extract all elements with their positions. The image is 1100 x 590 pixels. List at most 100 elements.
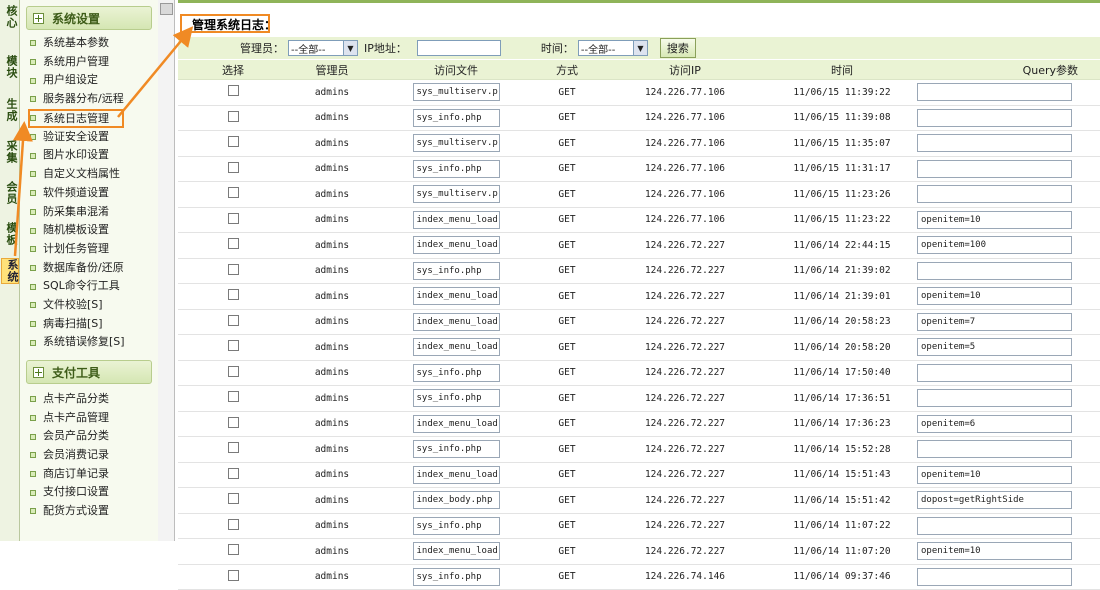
sidebar-item[interactable]: 防采集串混淆 xyxy=(30,203,158,222)
file-field[interactable]: sys_info.php xyxy=(412,516,500,535)
checkbox-icon[interactable] xyxy=(227,289,239,301)
vertical-tab[interactable]: 会员 xyxy=(1,181,18,205)
query-field[interactable] xyxy=(917,440,1072,459)
checkbox-icon[interactable] xyxy=(227,187,239,199)
checkbox-icon[interactable] xyxy=(227,544,239,556)
checkbox-icon[interactable] xyxy=(227,136,239,148)
vertical-scrollbar[interactable] xyxy=(158,0,175,541)
file-field[interactable]: sys_info.php xyxy=(412,159,500,178)
query-field[interactable] xyxy=(917,567,1072,586)
query-field[interactable] xyxy=(917,159,1072,178)
query-field[interactable]: openitem=10 xyxy=(917,287,1072,306)
query-field[interactable]: openitem=6 xyxy=(917,414,1072,433)
query-field[interactable] xyxy=(917,363,1072,382)
file-field[interactable]: index_menu_load xyxy=(412,465,500,484)
vertical-tab[interactable]: 采集 xyxy=(1,140,18,164)
query-field[interactable] xyxy=(917,134,1072,153)
sidebar-item[interactable]: 软件频道设置 xyxy=(30,184,158,203)
section-header-system-settings[interactable]: 系统设置 xyxy=(26,6,152,30)
vertical-tab[interactable]: 生成 xyxy=(1,98,18,122)
sidebar-item[interactable]: 商店订单记录 xyxy=(30,465,158,484)
file-field[interactable]: index_menu_load xyxy=(412,210,500,229)
triangle-down-icon[interactable]: ▼ xyxy=(632,41,647,55)
sidebar-item[interactable]: 会员消费记录 xyxy=(30,446,158,465)
sidebar-item[interactable]: 服务器分布/远程 xyxy=(30,90,158,109)
query-field[interactable] xyxy=(917,261,1072,280)
query-field[interactable]: openitem=10 xyxy=(917,210,1072,229)
sidebar-item[interactable]: 计划任务管理 xyxy=(30,240,158,259)
file-field[interactable]: sys_info.php xyxy=(412,363,500,382)
file-field[interactable]: index_menu_load xyxy=(412,287,500,306)
query-field[interactable] xyxy=(917,516,1072,535)
checkbox-icon[interactable] xyxy=(227,263,239,275)
checkbox-icon[interactable] xyxy=(227,340,239,352)
file-field[interactable]: index_menu_load xyxy=(412,542,500,561)
query-field[interactable]: dopost=getRightSide xyxy=(917,491,1072,510)
sidebar-item[interactable]: 点卡产品管理 xyxy=(30,409,158,428)
scroll-up-icon[interactable] xyxy=(160,3,173,15)
query-field[interactable] xyxy=(917,185,1072,204)
file-field[interactable]: sys_info.php xyxy=(412,108,500,127)
sidebar-item[interactable]: 验证安全设置 xyxy=(30,128,158,147)
vertical-tab[interactable]: 系统 xyxy=(1,258,19,284)
sidebar-item[interactable]: 随机模板设置 xyxy=(30,221,158,240)
checkbox-icon[interactable] xyxy=(227,238,239,250)
time-select[interactable]: --全部-- ▼ xyxy=(577,40,648,56)
file-field[interactable]: sys_info.php xyxy=(412,389,500,408)
sidebar-item[interactable]: 文件校验[S] xyxy=(30,296,158,315)
checkbox-icon[interactable] xyxy=(227,365,239,377)
file-field[interactable]: sys_info.php xyxy=(412,261,500,280)
section-header-payment-tools[interactable]: 支付工具 xyxy=(26,360,152,384)
file-field[interactable]: index_menu_load xyxy=(412,414,500,433)
file-field[interactable]: sys_multiserv.p xyxy=(412,134,500,153)
checkbox-icon[interactable] xyxy=(227,518,239,530)
sidebar-item[interactable]: 数据库备份/还原 xyxy=(30,259,158,278)
query-field[interactable]: openitem=5 xyxy=(917,338,1072,357)
sidebar-item[interactable]: 用户组设定 xyxy=(30,71,158,90)
query-field[interactable] xyxy=(917,108,1072,127)
sidebar-item[interactable]: 系统日志管理 xyxy=(28,108,124,128)
sidebar-item[interactable]: 系统用户管理 xyxy=(30,53,158,72)
checkbox-icon[interactable] xyxy=(227,161,239,173)
vertical-tab[interactable]: 核心 xyxy=(1,5,18,29)
file-field[interactable]: index_body.php xyxy=(412,491,500,510)
checkbox-icon[interactable] xyxy=(227,467,239,479)
checkbox-icon[interactable] xyxy=(227,442,239,454)
checkbox-icon[interactable] xyxy=(227,212,239,224)
sidebar-item[interactable]: 图片水印设置 xyxy=(30,146,158,165)
checkbox-icon[interactable] xyxy=(227,85,239,97)
admin-select[interactable]: --全部-- ▼ xyxy=(288,40,358,56)
sidebar-item[interactable]: 点卡产品分类 xyxy=(30,390,158,409)
query-field[interactable]: openitem=10 xyxy=(917,465,1072,484)
sidebar-item[interactable]: 系统基本参数 xyxy=(30,34,158,53)
sidebar-item[interactable]: 配货方式设置 xyxy=(30,502,158,521)
sidebar-item[interactable]: SQL命令行工具 xyxy=(30,277,158,296)
sidebar-item[interactable]: 系统错误修复[S] xyxy=(30,333,158,352)
plus-box-icon[interactable] xyxy=(33,366,44,378)
file-field[interactable]: sys_multiserv.p xyxy=(412,83,500,102)
checkbox-icon[interactable] xyxy=(227,314,239,326)
file-field[interactable]: sys_multiserv.p xyxy=(412,185,500,204)
checkbox-icon[interactable] xyxy=(227,569,239,581)
file-field[interactable]: sys_info.php xyxy=(412,440,500,459)
triangle-down-icon[interactable]: ▼ xyxy=(343,41,357,55)
vertical-tab[interactable]: 模板 xyxy=(1,222,18,246)
query-field[interactable] xyxy=(917,83,1072,102)
file-field[interactable]: index_menu_load xyxy=(412,338,500,357)
checkbox-icon[interactable] xyxy=(227,391,239,403)
query-field[interactable]: openitem=10 xyxy=(917,542,1072,561)
file-field[interactable]: index_menu_load xyxy=(412,236,500,255)
query-field[interactable] xyxy=(917,389,1072,408)
checkbox-icon[interactable] xyxy=(227,416,239,428)
sidebar-item[interactable]: 支付接口设置 xyxy=(30,483,158,502)
query-field[interactable]: openitem=7 xyxy=(917,312,1072,331)
vertical-tab[interactable]: 模块 xyxy=(1,55,18,79)
search-button[interactable]: 搜索 xyxy=(659,38,696,58)
sidebar-item[interactable]: 自定义文档属性 xyxy=(30,165,158,184)
sidebar-item[interactable]: 病毒扫描[S] xyxy=(30,315,158,334)
sidebar-item[interactable]: 会员产品分类 xyxy=(30,427,158,446)
ip-input[interactable] xyxy=(416,40,501,56)
file-field[interactable]: index_menu_load xyxy=(412,312,500,331)
checkbox-icon[interactable] xyxy=(227,493,239,505)
file-field[interactable]: sys_info.php xyxy=(412,567,500,586)
